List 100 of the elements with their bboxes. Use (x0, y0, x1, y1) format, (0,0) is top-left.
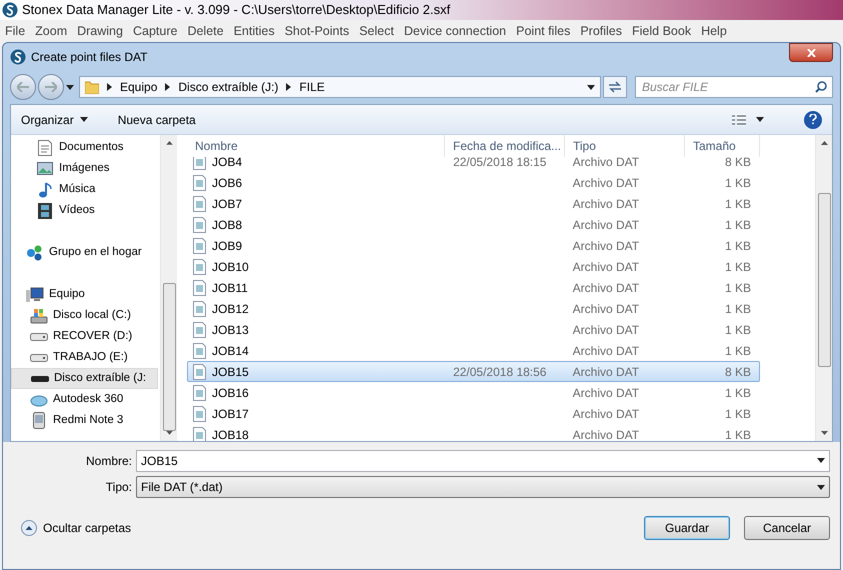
file-type: Archivo DAT (572, 428, 640, 441)
file-row[interactable]: JOB11 Archivo DAT 1 KB (187, 277, 760, 298)
app-logo-icon (10, 48, 26, 64)
file-size: 1 KB (724, 260, 751, 274)
homegroup-icon (26, 244, 44, 260)
sidebar-item[interactable]: Disco extraíble (J: (11, 368, 158, 389)
sidebar-item[interactable]: Redmi Note 3 (11, 410, 158, 431)
column-header[interactable]: Tamaño (685, 135, 760, 157)
address-bar[interactable]: Equipo Disco extraíble (J:) FILE (79, 76, 601, 98)
menu-item[interactable]: File (0, 22, 30, 40)
breadcrumb-arrow-icon (107, 83, 112, 91)
file-row[interactable]: JOB15 22/05/2018 18:56 Archivo DAT 8 KB (187, 361, 760, 382)
menu-item[interactable]: Zoom (30, 22, 72, 40)
file-row[interactable]: JOB10 Archivo DAT 1 KB (187, 256, 760, 277)
file-name: JOB11 (212, 280, 248, 296)
forward-arrow-icon (45, 82, 57, 92)
save-button[interactable]: Guardar (644, 516, 730, 540)
breadcrumb-arrow-icon (165, 83, 170, 91)
sidebar-item[interactable]: Imágenes (11, 158, 158, 179)
search-field[interactable]: Buscar FILE (635, 76, 833, 98)
file-type-dropdown[interactable]: File DAT (*.dat) (136, 476, 830, 498)
file-row[interactable]: JOB14 Archivo DAT 1 KB (187, 340, 760, 361)
sidebar-item[interactable]: Música (11, 179, 158, 200)
sidebar-item[interactable]: Equipo (11, 284, 158, 305)
refresh-button[interactable] (603, 76, 627, 98)
file-name: JOB17 (212, 406, 249, 422)
menu-item[interactable]: Drawing (72, 22, 128, 40)
close-button[interactable] (789, 43, 833, 62)
file-name: JOB7 (212, 196, 242, 212)
file-row[interactable]: JOB16 Archivo DAT 1 KB (187, 382, 760, 403)
menu-item[interactable]: Help (696, 22, 732, 40)
app-title: Stonex Data Manager Lite - v. 3.099 - C:\Users\torre\Desktop\Edificio 2.sxf (22, 1, 450, 20)
column-header[interactable]: Fecha de modifica... (445, 135, 565, 157)
file-name: JOB6 (212, 174, 242, 192)
menu-item[interactable]: Capture (128, 22, 182, 40)
file-row[interactable]: JOB8 Archivo DAT 1 KB (187, 214, 760, 235)
menu-item[interactable]: Field Book (627, 22, 696, 40)
cancel-button[interactable]: Cancelar (744, 516, 830, 540)
menu-item[interactable]: Entities (228, 22, 280, 40)
file-row[interactable]: JOB17 Archivo DAT 1 KB (187, 403, 760, 424)
file-icon (193, 384, 206, 400)
sidebar-item[interactable]: TRABAJO (E:) (11, 347, 158, 368)
menu-item[interactable]: Shot-Points (280, 22, 354, 40)
scrollbar[interactable] (815, 135, 832, 441)
file-icon (193, 174, 206, 190)
view-options-button[interactable] (732, 114, 764, 124)
filename-field[interactable]: JOB15 (136, 450, 830, 472)
dialog-title: Create point files DAT (31, 48, 148, 66)
file-row[interactable]: JOB6 Archivo DAT 1 KB (187, 172, 760, 193)
file-row[interactable]: JOB9 Archivo DAT 1 KB (187, 235, 760, 256)
file-size: 8 KB (724, 157, 751, 168)
modified-date: 22/05/2018 18:56 (453, 364, 546, 378)
menu-item[interactable]: Device connection (398, 22, 512, 40)
file-name: JOB9 (212, 238, 242, 254)
file-size: 1 KB (724, 322, 751, 336)
file-type: Archivo DAT (572, 196, 640, 210)
file-row[interactable]: JOB4 22/05/2018 18:15 Archivo DAT 8 KB (187, 157, 760, 172)
file-size: 1 KB (724, 238, 751, 252)
menu-item[interactable]: Profiles (575, 22, 628, 40)
file-size: 1 KB (724, 302, 751, 316)
file-name: JOB10 (212, 258, 249, 276)
back-button[interactable] (10, 74, 36, 100)
sidebar-item[interactable]: RECOVER (D:) (11, 326, 158, 347)
file-icon (193, 300, 206, 316)
sidebar-item[interactable]: Grupo en el hogar (11, 242, 158, 263)
drive-icon (30, 375, 48, 382)
breadcrumb-item[interactable]: FILE (299, 78, 325, 96)
drive-icon (30, 354, 48, 362)
file-row[interactable]: JOB18 Archivo DAT 1 KB (187, 424, 760, 441)
organize-button[interactable]: Organizar (21, 110, 88, 128)
breadcrumb-item[interactable]: Equipo (120, 78, 158, 96)
file-icon (193, 258, 206, 274)
sidebar-item[interactable]: Documentos (11, 137, 158, 158)
file-name: JOB12 (212, 300, 249, 318)
file-row[interactable]: JOB7 Archivo DAT 1 KB (187, 193, 760, 214)
sidebar-item[interactable]: Disco local (C:) (11, 305, 158, 326)
caret-icon (587, 84, 595, 90)
file-size: 1 KB (724, 386, 751, 400)
file-icon (193, 196, 206, 212)
file-row[interactable]: JOB12 Archivo DAT 1 KB (187, 298, 760, 319)
scrollbar[interactable] (160, 135, 177, 441)
column-header[interactable]: Tipo (565, 135, 685, 157)
music-note-icon (38, 182, 52, 198)
caret-icon (80, 117, 88, 122)
file-name: JOB14 (212, 342, 249, 360)
menu-item[interactable]: Select (354, 22, 399, 40)
menu-item[interactable]: Delete (182, 22, 229, 40)
help-button[interactable] (804, 110, 822, 128)
modified-date: 22/05/2018 18:15 (453, 157, 546, 168)
forward-button[interactable] (38, 74, 64, 100)
menu-item[interactable]: Point files (511, 22, 576, 40)
file-icon (193, 238, 206, 254)
file-name: JOB8 (212, 216, 242, 234)
file-row[interactable]: JOB13 Archivo DAT 1 KB (187, 319, 760, 340)
new-folder-button[interactable]: Nueva carpeta (118, 110, 196, 128)
sidebar-item[interactable]: Vídeos (11, 200, 158, 221)
sidebar-item[interactable]: Autodesk 360 (11, 389, 158, 410)
scroll-down-icon (820, 431, 828, 435)
breadcrumb-item[interactable]: Disco extraíble (J:) (178, 78, 278, 96)
hide-folders-button[interactable]: Ocultar carpetas (13, 519, 132, 537)
